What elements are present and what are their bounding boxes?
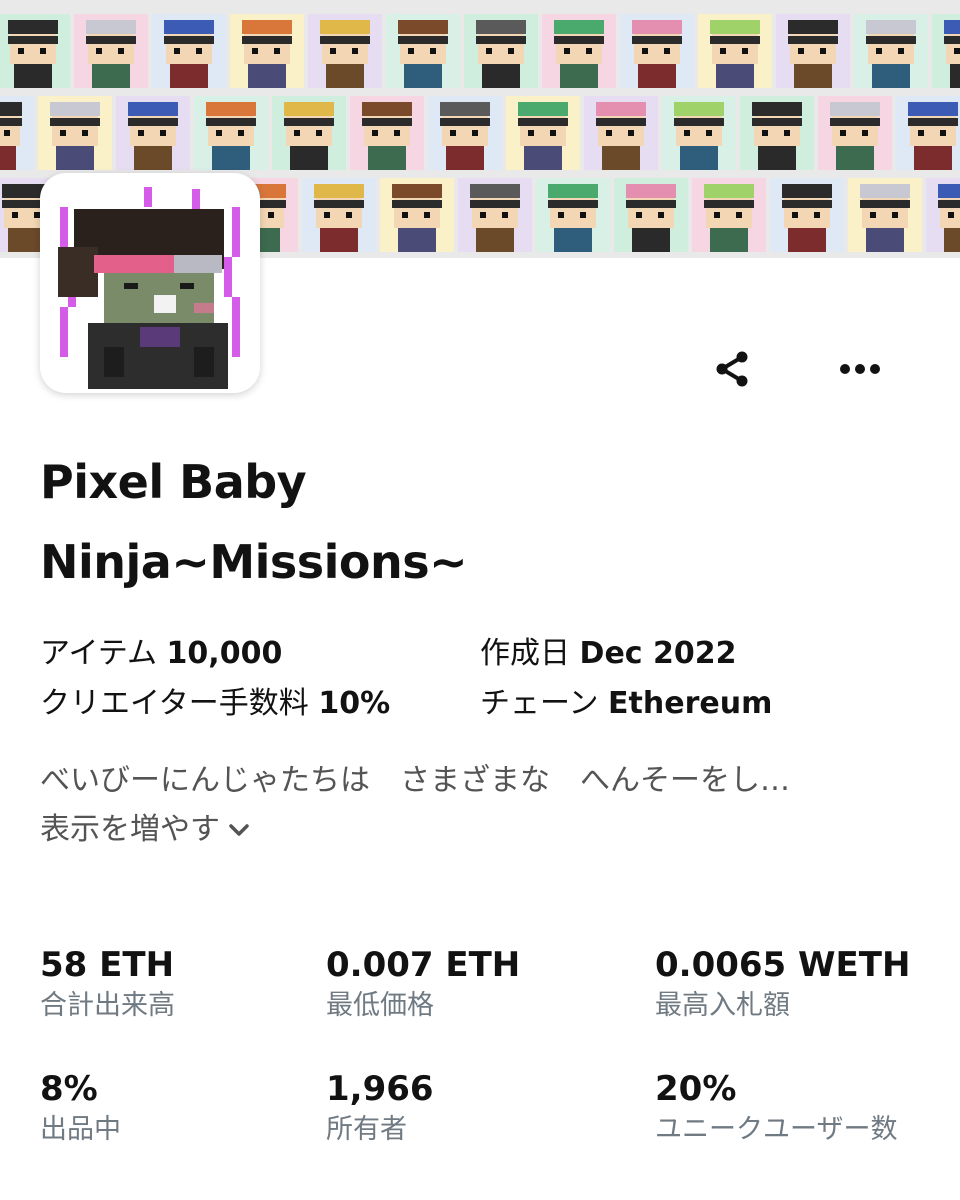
share-icon: [716, 351, 748, 387]
stat-unique-owners: 20% ユニークユーザー数: [655, 1067, 897, 1149]
meta-chain-value: Ethereum: [608, 686, 773, 721]
meta-creator-fee: クリエイター手数料 10%: [40, 684, 390, 724]
collection-description: べいびーにんじゃたちは さまざまな へんそーをし…: [40, 763, 790, 798]
banner-nft-tile: [932, 14, 960, 88]
stat-best-offer: 0.0065 WETH 最高入札額: [655, 943, 910, 1025]
banner-nft-tile: [458, 178, 532, 252]
banner-nft-tile: [74, 14, 148, 88]
banner-nft-tile: [698, 14, 772, 88]
more-options-button[interactable]: [832, 341, 888, 397]
share-button[interactable]: [705, 341, 761, 397]
stat-value: 8%: [40, 1069, 98, 1109]
collection-title-line2: Ninja~Missions~: [40, 535, 468, 589]
stat-owners: 1,966 所有者: [326, 1067, 434, 1149]
banner-nft-tile: [692, 178, 766, 252]
banner-nft-tile: [230, 14, 304, 88]
chevron-down-icon: [229, 824, 249, 836]
banner-nft-tile: [386, 14, 460, 88]
meta-created: 作成日 Dec 2022: [480, 634, 737, 674]
stat-label: 最低価格: [326, 990, 434, 1021]
banner-nft-tile: [584, 96, 658, 170]
stat-label: 最高入札額: [655, 990, 790, 1021]
collection-title: Pixel Baby Ninja~Missions~: [40, 442, 900, 602]
show-more-button[interactable]: 表示を増やす: [40, 809, 250, 851]
stat-label: ユニークユーザー数: [655, 1114, 898, 1145]
banner-nft-tile: [848, 178, 922, 252]
collection-avatar-image: [44, 177, 256, 389]
stat-value: 20%: [655, 1069, 737, 1109]
banner-nft-tile: [926, 178, 960, 252]
banner-nft-tile: [896, 96, 960, 170]
banner-nft-tile: [308, 14, 382, 88]
banner-nft-tile: [194, 96, 268, 170]
stat-label: 所有者: [326, 1114, 407, 1145]
stat-value: 58 ETH: [40, 945, 175, 985]
meta-fee-value: 10%: [318, 686, 391, 721]
stat-label: 出品中: [40, 1114, 121, 1145]
banner-nft-tile: [620, 14, 694, 88]
banner-nft-tile: [350, 96, 424, 170]
collection-avatar: [40, 173, 260, 393]
banner-nft-tile: [380, 178, 454, 252]
meta-fee-label: クリエイター手数料: [40, 686, 309, 721]
more-horizontal-icon: [840, 364, 880, 374]
meta-items-value: 10,000: [166, 636, 283, 671]
banner-nft-tile: [38, 96, 112, 170]
stat-listed: 8% 出品中: [40, 1067, 121, 1149]
banner-nft-tile: [272, 96, 346, 170]
meta-chain: チェーン Ethereum: [480, 684, 772, 724]
stat-label: 合計出来高: [40, 990, 175, 1021]
meta-chain-label: チェーン: [480, 686, 599, 721]
stat-value: 0.007 ETH: [326, 945, 521, 985]
stat-value: 0.0065 WETH: [655, 945, 911, 985]
banner-nft-tile: [662, 96, 736, 170]
banner-nft-tile: [818, 96, 892, 170]
stat-value: 1,966: [326, 1069, 434, 1109]
banner-nft-tile: [776, 14, 850, 88]
meta-created-value: Dec 2022: [579, 636, 737, 671]
banner-nft-tile: [770, 178, 844, 252]
banner-nft-tile: [740, 96, 814, 170]
meta-items: アイテム 10,000: [40, 634, 282, 674]
banner-nft-tile: [854, 14, 928, 88]
meta-items-label: アイテム: [40, 636, 157, 671]
stat-floor-price: 0.007 ETH 最低価格: [326, 943, 520, 1025]
banner-nft-tile: [506, 96, 580, 170]
banner-nft-tile: [614, 178, 688, 252]
banner-nft-tile: [152, 14, 226, 88]
banner-nft-tile: [0, 14, 70, 88]
meta-created-label: 作成日: [480, 636, 570, 671]
banner-nft-tile: [542, 14, 616, 88]
banner-nft-tile: [0, 96, 34, 170]
stat-total-volume: 58 ETH 合計出来高: [40, 943, 175, 1025]
collection-title-line1: Pixel Baby: [40, 455, 307, 509]
banner-nft-tile: [464, 14, 538, 88]
banner-nft-tile: [428, 96, 502, 170]
banner-nft-tile: [302, 178, 376, 252]
banner-nft-tile: [116, 96, 190, 170]
show-more-label: 表示を増やす: [40, 812, 220, 847]
banner-nft-tile: [536, 178, 610, 252]
